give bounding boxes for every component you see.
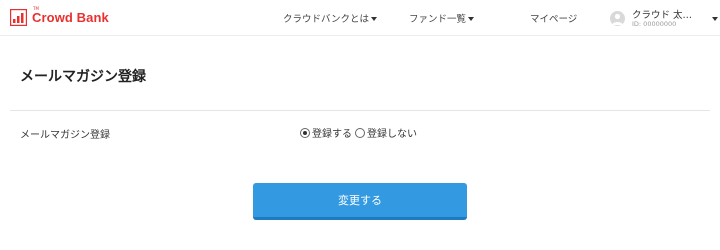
- radio-unsubscribe-label: 登録しない: [367, 129, 417, 140]
- page-title: メールマガジン登録: [20, 69, 146, 85]
- radio-unsubscribe[interactable]: 登録しない: [355, 125, 417, 140]
- user-icon: [612, 13, 623, 25]
- logo-trademark: TM: [33, 6, 39, 11]
- change-button[interactable]: 変更する: [253, 183, 467, 220]
- radio-subscribe-label: 登録する: [312, 129, 352, 140]
- nav-fund-list-label: ファンド一覧: [409, 14, 467, 25]
- nav-about[interactable]: クラウドバンクとは: [283, 11, 377, 25]
- radio-checked-icon[interactable]: [300, 127, 310, 138]
- user-menu[interactable]: クラウド 太… ID: 00000000: [610, 6, 720, 30]
- newsletter-radio-group: 登録する 登録しない: [300, 125, 417, 140]
- logo-mark-icon: [9, 8, 28, 27]
- newsletter-setting-label: メールマガジン登録: [20, 130, 110, 141]
- section-divider: [10, 110, 710, 111]
- nav-mypage-label: マイページ: [530, 14, 578, 25]
- chevron-down-icon: [712, 17, 718, 21]
- logo-text: Crowd Bank: [32, 10, 109, 25]
- crowd-bank-logo[interactable]: Crowd Bank TM: [9, 6, 109, 27]
- radio-subscribe[interactable]: 登録する: [300, 125, 352, 140]
- avatar: [610, 11, 625, 26]
- user-id: ID: 00000000: [632, 20, 677, 28]
- chevron-down-icon: [468, 16, 475, 21]
- chevron-down-icon: [370, 16, 377, 21]
- radio-unchecked-icon[interactable]: [355, 127, 365, 138]
- nav-mypage[interactable]: マイページ: [530, 11, 577, 25]
- nav-fund-list[interactable]: ファンド一覧: [409, 11, 475, 25]
- user-name: クラウド 太…: [632, 10, 693, 21]
- site-header: Crowd Bank TM クラウドバンクとは ファンド一覧 マイページ クラウ…: [0, 0, 720, 36]
- nav-about-label: クラウドバンクとは: [283, 14, 369, 25]
